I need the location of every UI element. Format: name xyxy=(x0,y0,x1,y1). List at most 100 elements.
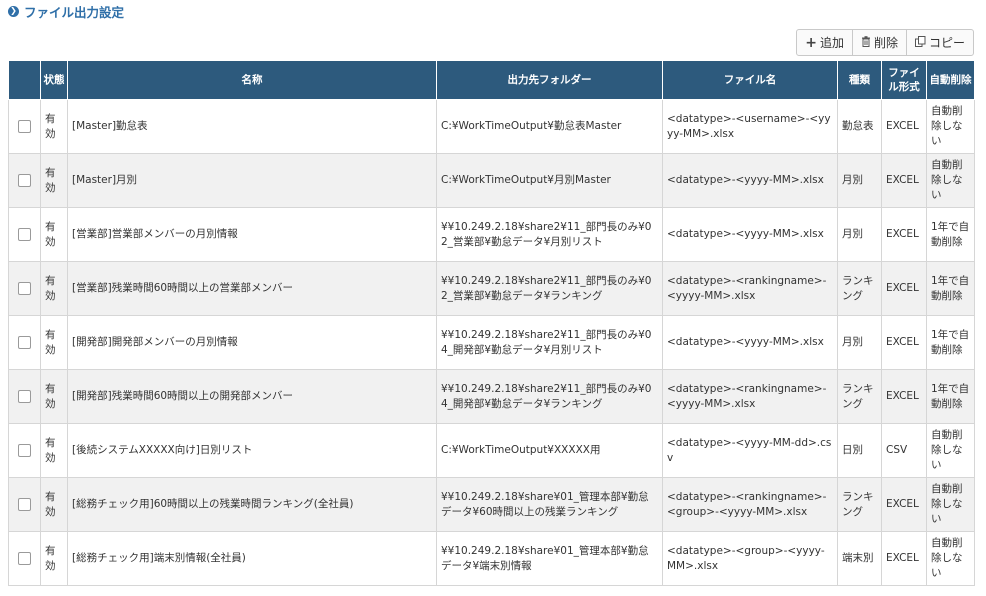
header-status[interactable]: 状態 xyxy=(40,61,68,100)
name-cell: [開発部]開発部メンバーの月別情報 xyxy=(67,315,437,370)
name-link[interactable]: [開発部]残業時間60時間以上の開発部メンバー xyxy=(72,390,293,402)
format-cell: EXCEL xyxy=(881,369,927,424)
name-link[interactable]: [後続システムXXXXX向け]日別リスト xyxy=(72,444,252,456)
autodelete-cell: 自動削除しない xyxy=(926,153,975,208)
row-select-cell xyxy=(8,423,41,478)
row-select-cell xyxy=(8,261,41,316)
autodelete-cell: 1年で自動削除 xyxy=(926,369,975,424)
status-cell: 有効 xyxy=(40,261,68,316)
delete-button[interactable]: 削除 xyxy=(851,30,906,55)
status-cell: 有効 xyxy=(40,207,68,262)
plus-icon: + xyxy=(805,34,817,51)
header-autodelete[interactable]: 自動削除 xyxy=(926,61,975,100)
format-cell: EXCEL xyxy=(881,99,927,154)
row-checkbox[interactable] xyxy=(18,173,31,187)
add-button-label: 追加 xyxy=(819,36,844,50)
add-button[interactable]: + 追加 xyxy=(797,30,852,55)
name-cell: [総務チェック用]60時間以上の残業時間ランキング(全社員) xyxy=(67,477,437,532)
header-folder[interactable]: 出力先フォルダー xyxy=(436,61,663,100)
copy-button-label: コピー xyxy=(928,36,965,50)
kind-cell: 端末別 xyxy=(837,531,882,586)
row-checkbox[interactable] xyxy=(18,227,31,241)
filename-cell: <datatype>-<username>-<yyyy-MM>.xlsx xyxy=(662,99,838,154)
row-select-cell xyxy=(8,477,41,532)
filename-cell: <datatype>-<yyyy-MM>.xlsx xyxy=(662,207,838,262)
table-row: 有効 [後続システムXXXXX向け]日別リスト C:¥WorkTimeOutput¥… xyxy=(8,423,975,478)
name-link[interactable]: [総務チェック用]60時間以上の残業時間ランキング(全社員) xyxy=(72,498,353,510)
autodelete-cell: 自動削除しない xyxy=(926,477,975,532)
folder-cell: ¥¥10.249.2.18¥share¥01_管理本部¥勤怠データ¥端末別情報 xyxy=(436,531,663,586)
format-cell: EXCEL xyxy=(881,261,927,316)
page-title: ファイル出力設定 xyxy=(24,4,125,20)
format-cell: EXCEL xyxy=(881,315,927,370)
kind-cell: 勤怠表 xyxy=(837,99,882,154)
row-select-cell xyxy=(8,99,41,154)
autodelete-cell: 自動削除しない xyxy=(926,423,975,478)
table-row: 有効 [開発部]残業時間60時間以上の開発部メンバー ¥¥10.249.2.18¥s… xyxy=(8,369,975,424)
name-cell: [後続システムXXXXX向け]日別リスト xyxy=(67,423,437,478)
folder-cell: C:¥WorkTimeOutput¥月別Master xyxy=(436,153,663,208)
file-output-table: 状態 名称 出力先フォルダー ファイル名 種類 ファイル形式 自動削除 有効 [M… xyxy=(8,61,975,586)
table-row: 有効 [営業部]営業部メンバーの月別情報 ¥¥10.249.2.18¥share2¥… xyxy=(8,207,975,262)
chevron-right-circle-icon: ❯ xyxy=(8,5,19,17)
row-checkbox[interactable] xyxy=(18,389,31,403)
status-cell: 有効 xyxy=(40,153,68,208)
row-checkbox[interactable] xyxy=(18,497,31,511)
name-link[interactable]: [Master]月別 xyxy=(72,174,137,186)
status-cell: 有効 xyxy=(40,423,68,478)
format-cell: EXCEL xyxy=(881,207,927,262)
name-link[interactable]: [Master]勤怠表 xyxy=(72,120,148,132)
autodelete-cell: 自動削除しない xyxy=(926,531,975,586)
folder-cell: ¥¥10.249.2.18¥share2¥11_部門長のみ¥02_営業部¥勤怠デ… xyxy=(436,261,663,316)
page-title-area: ❯ ファイル出力設定 xyxy=(8,2,124,20)
name-link[interactable]: [総務チェック用]端末別情報(全社員) xyxy=(72,552,246,564)
table-row: 有効 [営業部]残業時間60時間以上の営業部メンバー ¥¥10.249.2.18¥s… xyxy=(8,261,975,316)
row-checkbox[interactable] xyxy=(18,551,31,565)
status-cell: 有効 xyxy=(40,99,68,154)
autodelete-cell: 1年で自動削除 xyxy=(926,207,975,262)
row-checkbox[interactable] xyxy=(18,281,31,295)
filename-cell: <datatype>-<group>-<yyyy-MM>.xlsx xyxy=(662,531,838,586)
kind-cell: 月別 xyxy=(837,315,882,370)
table-row: 有効 [Master]月別 C:¥WorkTimeOutput¥月別Master <d… xyxy=(8,153,975,208)
header-kind[interactable]: 種類 xyxy=(837,61,882,100)
row-select-cell xyxy=(8,153,41,208)
name-cell: [営業部]残業時間60時間以上の営業部メンバー xyxy=(67,261,437,316)
header-format[interactable]: ファイル形式 xyxy=(881,61,927,100)
row-checkbox[interactable] xyxy=(18,443,31,457)
kind-cell: 日別 xyxy=(837,423,882,478)
row-select-cell xyxy=(8,207,41,262)
copy-icon xyxy=(914,35,926,50)
name-link[interactable]: [営業部]残業時間60時間以上の営業部メンバー xyxy=(72,282,293,294)
name-link[interactable]: [開発部]開発部メンバーの月別情報 xyxy=(72,336,238,348)
toolbar: + 追加 削除 コピー xyxy=(796,29,974,56)
kind-cell: 月別 xyxy=(837,207,882,262)
row-checkbox[interactable] xyxy=(18,119,31,133)
folder-cell: ¥¥10.249.2.18¥share2¥11_部門長のみ¥02_営業部¥勤怠デ… xyxy=(436,207,663,262)
folder-cell: C:¥WorkTimeOutput¥XXXXX用 xyxy=(436,423,663,478)
folder-cell: ¥¥10.249.2.18¥share2¥11_部門長のみ¥04_開発部¥勤怠デ… xyxy=(436,369,663,424)
folder-cell: ¥¥10.249.2.18¥share¥01_管理本部¥勤怠データ¥60時間以上… xyxy=(436,477,663,532)
table-row: 有効 [開発部]開発部メンバーの月別情報 ¥¥10.249.2.18¥share2¥… xyxy=(8,315,975,370)
table-header-row: 状態 名称 出力先フォルダー ファイル名 種類 ファイル形式 自動削除 xyxy=(8,61,975,100)
filename-cell: <datatype>-<yyyy-MM>.xlsx xyxy=(662,153,838,208)
filename-cell: <datatype>-<yyyy-MM>.xlsx xyxy=(662,315,838,370)
format-cell: EXCEL xyxy=(881,153,927,208)
name-cell: [Master]月別 xyxy=(67,153,437,208)
status-cell: 有効 xyxy=(40,477,68,532)
folder-cell: ¥¥10.249.2.18¥share2¥11_部門長のみ¥04_開発部¥勤怠デ… xyxy=(436,315,663,370)
copy-button[interactable]: コピー xyxy=(905,30,973,55)
header-name[interactable]: 名称 xyxy=(67,61,437,100)
row-checkbox[interactable] xyxy=(18,335,31,349)
filename-cell: <datatype>-<yyyy-MM-dd>.csv xyxy=(662,423,838,478)
name-cell: [総務チェック用]端末別情報(全社員) xyxy=(67,531,437,586)
filename-cell: <datatype>-<rankingname>-<group>-<yyyy-M… xyxy=(662,477,838,532)
autodelete-cell: 自動削除しない xyxy=(926,99,975,154)
header-select xyxy=(8,61,41,100)
kind-cell: 月別 xyxy=(837,153,882,208)
header-filename[interactable]: ファイル名 xyxy=(662,61,838,100)
name-link[interactable]: [営業部]営業部メンバーの月別情報 xyxy=(72,228,238,240)
format-cell: EXCEL xyxy=(881,477,927,532)
status-cell: 有効 xyxy=(40,315,68,370)
table-row: 有効 [総務チェック用]60時間以上の残業時間ランキング(全社員) ¥¥10.249… xyxy=(8,477,975,532)
